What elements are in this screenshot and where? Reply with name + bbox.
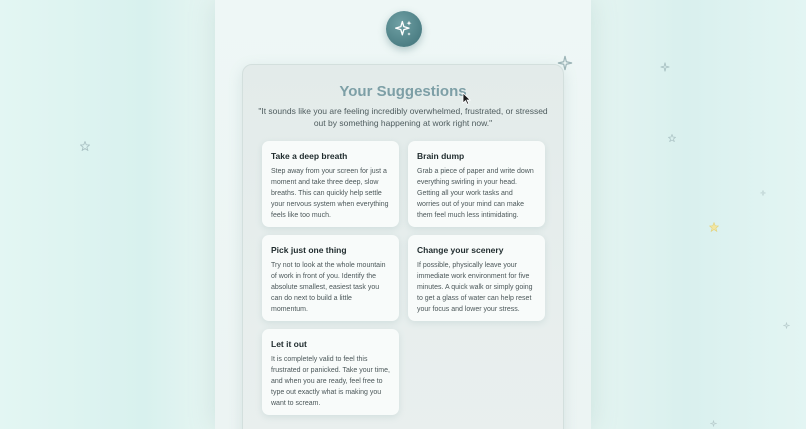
suggestion-card[interactable]: Pick just one thing Try not to look at t… — [262, 235, 399, 321]
card-body: It is completely valid to feel this frus… — [271, 356, 390, 407]
app-logo — [386, 11, 422, 47]
star-icon — [709, 222, 719, 232]
sparkle-icon — [783, 322, 790, 329]
star-icon — [80, 141, 90, 151]
suggestion-card[interactable]: Change your scenery If possible, physica… — [408, 235, 545, 321]
card-body: Step away from your screen for just a mo… — [271, 168, 389, 219]
mouse-cursor-icon — [462, 92, 471, 105]
card-body: Try not to look at the whole mountain of… — [271, 262, 386, 313]
card-title: Take a deep breath — [271, 151, 348, 161]
sparkle-icon — [760, 190, 766, 196]
sparkles-icon — [395, 20, 412, 36]
sparkle-icon — [710, 420, 717, 427]
card-body: Grab a piece of paper and write down eve… — [417, 168, 534, 219]
page-title: Your Suggestions — [339, 83, 467, 100]
empathy-quote: "It sounds like you are feeling incredib… — [258, 106, 548, 128]
sparkle-icon — [660, 62, 670, 72]
card-title: Pick just one thing — [271, 245, 347, 255]
card-title: Change your scenery — [417, 245, 504, 255]
card-title: Brain dump — [417, 151, 465, 161]
card-title: Let it out — [271, 339, 307, 349]
suggestion-card[interactable]: Let it out It is completely valid to fee… — [262, 329, 399, 415]
suggestion-card[interactable]: Brain dump Grab a piece of paper and wri… — [408, 141, 545, 227]
star-icon — [668, 134, 676, 142]
suggestion-card[interactable]: Take a deep breath Step away from your s… — [262, 141, 399, 227]
card-body: If possible, physically leave your immed… — [417, 262, 533, 313]
